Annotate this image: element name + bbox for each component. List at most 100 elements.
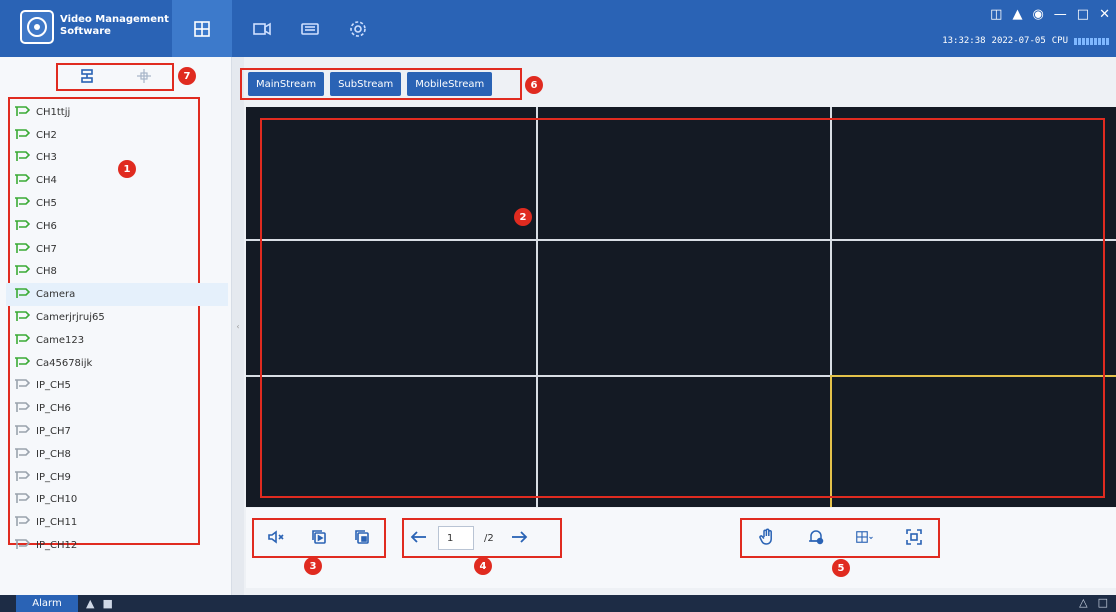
channel-item[interactable]: Camera bbox=[6, 283, 228, 307]
nav-preview-grid-icon[interactable] bbox=[172, 0, 232, 57]
snapshot-all-icon[interactable] bbox=[353, 528, 371, 549]
mobilestream-button[interactable]: MobileStream bbox=[407, 72, 493, 96]
channel-item[interactable]: IP_CH7 bbox=[10, 420, 198, 443]
camera-online-icon bbox=[14, 264, 31, 279]
channel-label: Came123 bbox=[36, 334, 85, 346]
camera-online-icon bbox=[14, 333, 31, 348]
channel-label: CH3 bbox=[36, 152, 57, 164]
camera-online-icon bbox=[14, 105, 31, 120]
annotation-marker-5: 5 bbox=[832, 559, 850, 577]
channel-item[interactable]: IP_CH8 bbox=[10, 443, 198, 466]
device-list-icon[interactable] bbox=[79, 68, 95, 87]
status-line: 13:32:38 2022-07-05 CPU bbox=[942, 36, 1110, 46]
channel-item[interactable]: CH6 bbox=[10, 215, 198, 238]
annotation-marker-2: 2 bbox=[514, 208, 532, 226]
channel-item[interactable]: IP_CH12 bbox=[10, 534, 198, 557]
channel-item[interactable]: CH8 bbox=[10, 261, 198, 284]
bottom-toolbar: 1 /2 bbox=[246, 508, 1116, 588]
video-area-highlight bbox=[260, 118, 1105, 498]
ptz-hand-icon[interactable] bbox=[758, 528, 776, 549]
camera-offline-icon bbox=[14, 424, 31, 439]
mute-icon[interactable] bbox=[267, 528, 285, 549]
channel-item[interactable]: CH2 bbox=[10, 124, 198, 147]
stream-selector: MainStream SubStream MobileStream bbox=[240, 68, 522, 100]
channel-label: IP_CH8 bbox=[36, 448, 71, 460]
channel-item[interactable]: CH7 bbox=[10, 238, 198, 261]
channel-item[interactable]: IP_CH5 bbox=[10, 375, 198, 398]
channel-item[interactable]: IP_CH9 bbox=[10, 466, 198, 489]
next-page-arrow-icon[interactable] bbox=[510, 528, 528, 549]
prev-page-arrow-icon[interactable] bbox=[410, 528, 428, 549]
fullscreen-icon[interactable] bbox=[905, 528, 923, 549]
close-icon[interactable]: ✕ bbox=[1099, 8, 1110, 22]
channel-list: CH1ttjj CH2 CH3 CH4 CH5 CH6 CH7 CH8 Camera Camerj… bbox=[6, 97, 228, 551]
channel-label: Camera bbox=[36, 289, 76, 301]
panel-collapse-handle[interactable]: ‹ bbox=[232, 57, 244, 595]
camera-online-icon bbox=[14, 242, 31, 257]
annotation-marker-7: 7 bbox=[178, 67, 196, 85]
nav-settings-gear-icon[interactable] bbox=[328, 0, 388, 57]
channel-item[interactable]: CH1ttjj bbox=[10, 101, 198, 124]
channel-label: IP_CH6 bbox=[36, 403, 71, 415]
channel-item[interactable]: IP_CH10 bbox=[10, 489, 198, 512]
channel-label: IP_CH9 bbox=[36, 471, 71, 483]
mainstream-button[interactable]: MainStream bbox=[248, 72, 325, 96]
user-icon[interactable]: ▲ bbox=[1012, 8, 1022, 22]
bell-icon[interactable]: ▲ bbox=[86, 597, 94, 610]
channel-label: CH1ttjj bbox=[36, 106, 71, 118]
channel-item[interactable]: Camerjrjruj65 bbox=[10, 306, 198, 329]
channel-label: CH5 bbox=[36, 198, 57, 210]
channel-label: CH8 bbox=[36, 266, 57, 278]
annotation-marker-6: 6 bbox=[525, 76, 543, 94]
page-total: /2 bbox=[484, 532, 494, 544]
channel-item[interactable]: IP_CH11 bbox=[10, 511, 198, 534]
channel-label: IP_CH10 bbox=[36, 494, 78, 506]
camera-offline-icon bbox=[14, 538, 31, 553]
substream-button[interactable]: SubStream bbox=[330, 72, 402, 96]
channel-item[interactable]: Came123 bbox=[10, 329, 198, 352]
camera-offline-icon bbox=[14, 378, 31, 393]
restore-icon[interactable]: □ bbox=[1098, 596, 1108, 609]
camera-online-icon bbox=[14, 128, 31, 143]
info-icon[interactable]: ◉ bbox=[1032, 8, 1043, 22]
group-move-icon[interactable] bbox=[136, 68, 152, 87]
clock-time: 13:32:38 bbox=[942, 36, 986, 46]
device-tree-panel: 7 CH1ttjj CH2 CH3 CH4 CH5 CH6 CH7 CH8 Camera Came… bbox=[0, 57, 232, 595]
video-grid[interactable] bbox=[246, 107, 1116, 507]
channel-label: CH4 bbox=[36, 175, 57, 187]
window-controls: ◫ ▲ ◉ — □ ✕ bbox=[990, 8, 1110, 22]
annotation-marker-3: 3 bbox=[304, 557, 322, 575]
channel-item[interactable]: IP_CH6 bbox=[10, 397, 198, 420]
channel-item[interactable]: CH5 bbox=[10, 192, 198, 215]
camera-online-icon bbox=[14, 196, 31, 211]
status-bar: Alarm ▲ ■ △ □ bbox=[0, 595, 1116, 612]
channel-item[interactable]: CH4 bbox=[10, 169, 198, 192]
camera-online-icon bbox=[14, 356, 31, 371]
camera-online-icon bbox=[14, 287, 31, 302]
page-number-input[interactable]: 1 bbox=[438, 526, 474, 550]
app-title: Video Management Software bbox=[60, 14, 169, 37]
clock-date: 2022-07-05 bbox=[991, 36, 1046, 46]
record-all-icon[interactable] bbox=[310, 528, 328, 549]
status-bar-right: △ □ bbox=[1079, 596, 1108, 609]
minimize-icon[interactable]: — bbox=[1054, 8, 1067, 22]
pin-icon[interactable]: △ bbox=[1079, 596, 1087, 609]
channel-label: CH2 bbox=[36, 129, 57, 141]
annotation-marker-1: 1 bbox=[118, 160, 136, 178]
alarm-bell-icon[interactable] bbox=[807, 528, 825, 549]
camera-offline-icon bbox=[14, 492, 31, 507]
channel-label: IP_CH5 bbox=[36, 380, 71, 392]
split-layout-icon[interactable] bbox=[855, 528, 874, 549]
speaker-mute-icon[interactable]: ■ bbox=[102, 597, 112, 610]
app-logo-icon bbox=[20, 10, 54, 44]
pagination-group: 1 /2 bbox=[402, 518, 562, 558]
audio-record-group bbox=[252, 518, 386, 558]
channel-item[interactable]: Ca45678ijk bbox=[10, 352, 198, 375]
alarm-button[interactable]: Alarm bbox=[16, 595, 78, 612]
screen-icon[interactable]: ◫ bbox=[990, 8, 1002, 22]
maximize-icon[interactable]: □ bbox=[1077, 8, 1089, 22]
camera-online-icon bbox=[14, 310, 31, 325]
channel-label: Ca45678ijk bbox=[36, 357, 93, 369]
view-control-group bbox=[740, 518, 940, 558]
channel-item[interactable]: CH3 bbox=[10, 147, 198, 170]
